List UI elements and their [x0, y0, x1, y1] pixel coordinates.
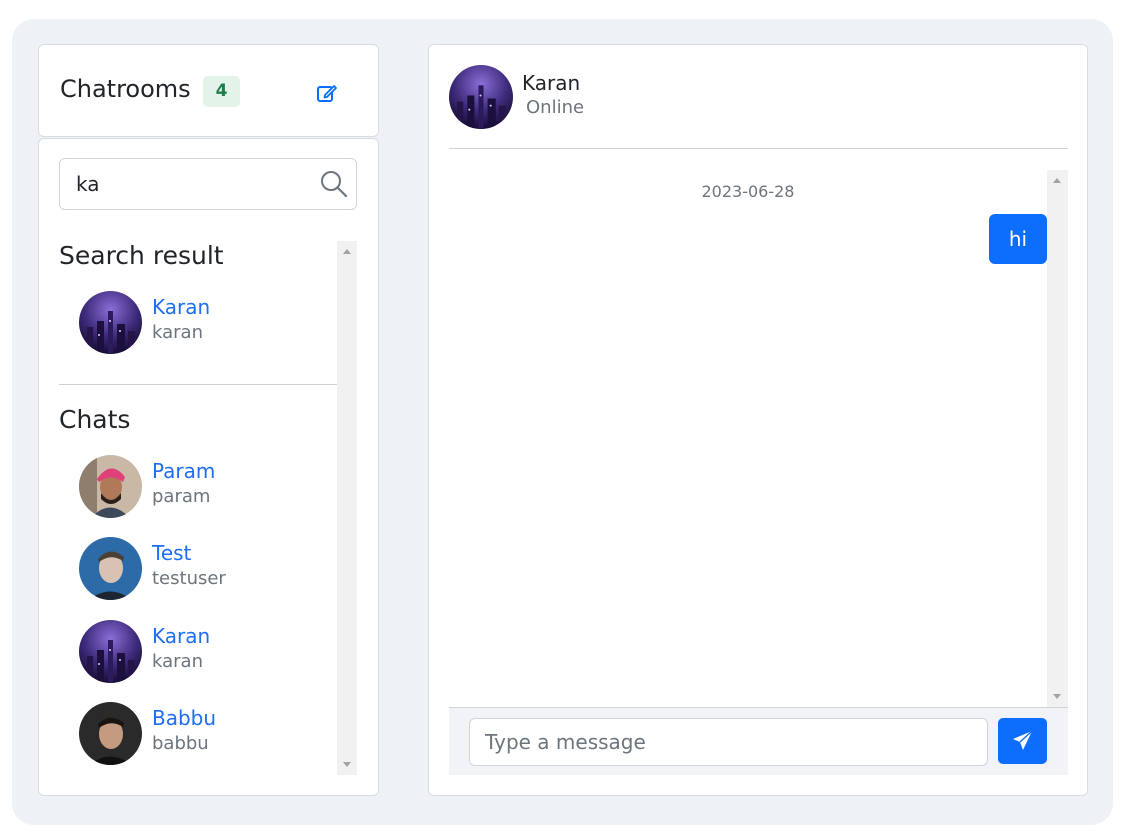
avatar — [79, 620, 142, 683]
chatrooms-panel: Search result Karan karan Chats — [38, 138, 379, 796]
message-list[interactable]: 2023-06-28 hi — [449, 170, 1047, 707]
scroll-up-icon[interactable] — [1053, 178, 1061, 183]
contact-username: testuser — [152, 568, 226, 589]
contact-list[interactable]: Search result Karan karan Chats Param pa… — [59, 241, 357, 775]
contact-list-scrollbar[interactable] — [337, 241, 357, 775]
chat-header-divider — [449, 148, 1068, 149]
send-button[interactable] — [998, 718, 1047, 764]
send-icon — [1013, 730, 1033, 750]
message-date: 2023-06-28 — [701, 182, 795, 201]
scroll-up-icon[interactable] — [343, 249, 351, 254]
avatar — [79, 291, 142, 354]
edit-square-icon[interactable] — [315, 81, 339, 105]
chat-contact-status: Online — [526, 97, 585, 118]
chatrooms-header: Chatrooms 4 — [38, 44, 379, 137]
search-result-item[interactable]: Karan karan — [79, 291, 339, 355]
contact-name: Karan — [152, 295, 211, 319]
outgoing-message: hi — [989, 214, 1047, 264]
search-icon[interactable] — [319, 169, 349, 199]
chat-contact-avatar — [449, 65, 513, 129]
scroll-down-icon[interactable] — [343, 762, 351, 767]
scroll-down-icon[interactable] — [1053, 694, 1061, 699]
chatrooms-title: Chatrooms — [60, 75, 191, 103]
search-box — [59, 158, 357, 210]
chat-contact-name: Karan — [522, 71, 581, 95]
chat-panel: Karan Online 2023-06-28 hi — [428, 44, 1088, 796]
contact-name: Babbu — [152, 706, 217, 730]
chat-item-karan[interactable]: Karan karan — [79, 620, 339, 684]
avatar — [79, 537, 142, 600]
chat-item-param[interactable]: Param param — [79, 455, 339, 519]
chat-item-babbu[interactable]: Babbu babbu — [79, 702, 339, 766]
contact-username: param — [152, 486, 211, 507]
message-list-scrollbar[interactable] — [1047, 170, 1068, 707]
message-composer — [449, 707, 1068, 775]
avatar — [79, 702, 142, 765]
contact-username: karan — [152, 651, 203, 672]
contact-name: Karan — [152, 624, 211, 648]
search-input[interactable] — [61, 160, 311, 208]
avatar — [79, 455, 142, 518]
chatrooms-count-badge: 4 — [203, 76, 240, 107]
section-divider — [59, 384, 337, 385]
message-input[interactable] — [469, 718, 988, 766]
search-result-heading: Search result — [59, 241, 224, 270]
contact-username: karan — [152, 322, 203, 343]
chats-heading: Chats — [59, 405, 131, 434]
contact-username: babbu — [152, 733, 209, 754]
contact-name: Test — [152, 541, 192, 565]
contact-name: Param — [152, 459, 216, 483]
chat-item-test[interactable]: Test testuser — [79, 537, 339, 601]
